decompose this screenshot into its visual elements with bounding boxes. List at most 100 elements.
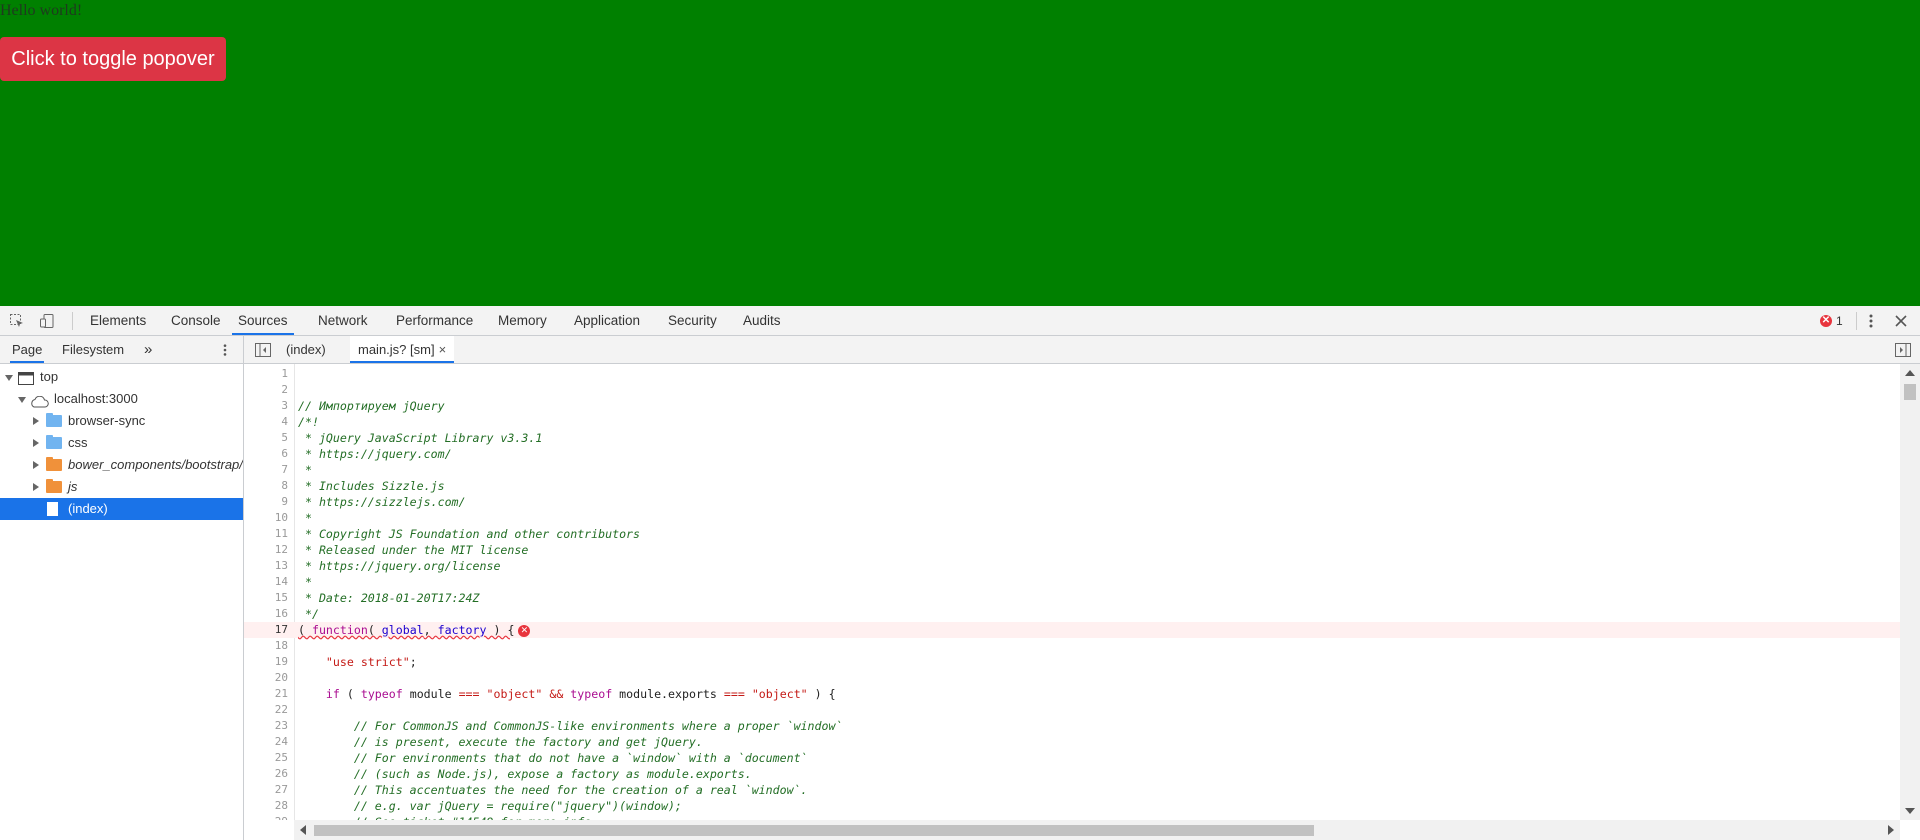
- line-number[interactable]: 5: [244, 430, 288, 446]
- tab-console[interactable]: Console: [165, 306, 227, 335]
- line-number[interactable]: 14: [244, 574, 288, 590]
- code-line[interactable]: 23 // For CommonJS and CommonJS-like env…: [244, 718, 1900, 734]
- line-number[interactable]: 11: [244, 526, 288, 542]
- code-line[interactable]: 11 * Copyright JS Foundation and other c…: [244, 526, 1900, 542]
- code-line[interactable]: 25 // For environments that do not have …: [244, 750, 1900, 766]
- line-number[interactable]: 2: [244, 382, 288, 398]
- tab-application[interactable]: Application: [568, 306, 646, 335]
- code-line[interactable]: 1: [244, 366, 1900, 382]
- tree-item-bower-components[interactable]: bower_components/bootstrap/: [0, 454, 243, 476]
- tab-audits[interactable]: Audits: [737, 306, 787, 335]
- line-number[interactable]: 28: [244, 798, 288, 814]
- line-number[interactable]: 8: [244, 478, 288, 494]
- line-number[interactable]: 26: [244, 766, 288, 782]
- code-line[interactable]: 7 *: [244, 462, 1900, 478]
- scroll-right-arrow-icon[interactable]: [1888, 825, 1894, 835]
- code-editor[interactable]: 1 2 3// Импортируем jQuery 4/*! 5 * jQuery J…: [244, 364, 1900, 820]
- line-number[interactable]: 24: [244, 734, 288, 750]
- code-line[interactable]: 21 if ( typeof module === "object" && ty…: [244, 686, 1900, 702]
- toggle-popover-button[interactable]: Click to toggle popover: [0, 37, 226, 81]
- line-number[interactable]: 15: [244, 590, 288, 606]
- tree-item-browser-sync[interactable]: browser-sync: [0, 410, 243, 432]
- collapse-caret-icon[interactable]: [33, 461, 39, 469]
- code-line[interactable]: 10 *: [244, 510, 1900, 526]
- tree-item-localhost[interactable]: localhost:3000: [0, 388, 243, 410]
- line-number[interactable]: 21: [244, 686, 288, 702]
- tab-elements[interactable]: Elements: [84, 306, 152, 335]
- line-number[interactable]: 22: [244, 702, 288, 718]
- line-number[interactable]: 4: [244, 414, 288, 430]
- line-number[interactable]: 20: [244, 670, 288, 686]
- line-number[interactable]: 16: [244, 606, 288, 622]
- line-number[interactable]: 9: [244, 494, 288, 510]
- toggle-navigator-icon[interactable]: [254, 341, 272, 359]
- line-number[interactable]: 1: [244, 366, 288, 382]
- code-line[interactable]: 4 /*!: [244, 414, 1900, 430]
- line-number[interactable]: 17: [244, 622, 288, 638]
- tree-item-js[interactable]: js: [0, 476, 243, 498]
- code-line[interactable]: 28 // e.g. var jQuery = require("jquery"…: [244, 798, 1900, 814]
- code-line[interactable]: 14 *: [244, 574, 1900, 590]
- scroll-up-arrow-icon[interactable]: [1905, 370, 1915, 376]
- code-line[interactable]: 20: [244, 670, 1900, 686]
- tab-memory[interactable]: Memory: [492, 306, 553, 335]
- line-number[interactable]: 19: [244, 654, 288, 670]
- line-number[interactable]: 10: [244, 510, 288, 526]
- tree-item-css[interactable]: css: [0, 432, 243, 454]
- scroll-down-arrow-icon[interactable]: [1905, 808, 1915, 814]
- line-number[interactable]: 7: [244, 462, 288, 478]
- more-vertical-icon[interactable]: [216, 341, 234, 359]
- code-line[interactable]: 12 * Released under the MIT license: [244, 542, 1900, 558]
- line-number[interactable]: 12: [244, 542, 288, 558]
- collapse-caret-icon[interactable]: [33, 417, 39, 425]
- code-line[interactable]: 18: [244, 638, 1900, 654]
- code-line[interactable]: 19 "use strict";: [244, 654, 1900, 670]
- tab-page[interactable]: Page: [10, 336, 45, 363]
- tab-filesystem[interactable]: Filesystem: [60, 336, 126, 363]
- code-line[interactable]: 9 * https://sizzlejs.com/: [244, 494, 1900, 510]
- toggle-debugger-icon[interactable]: [1894, 341, 1912, 359]
- collapse-caret-icon[interactable]: [33, 483, 39, 491]
- more-tabs-chevron-icon[interactable]: »: [142, 336, 154, 363]
- line-number[interactable]: 29: [244, 814, 288, 820]
- line-number[interactable]: 13: [244, 558, 288, 574]
- scroll-left-arrow-icon[interactable]: [300, 825, 306, 835]
- error-counter[interactable]: ✕ 1: [1820, 314, 1843, 328]
- scrollbar-thumb[interactable]: [1904, 384, 1916, 400]
- device-toolbar-icon[interactable]: [38, 312, 56, 330]
- inspect-element-icon[interactable]: [8, 312, 26, 330]
- more-vertical-icon[interactable]: [1862, 312, 1880, 330]
- code-line[interactable]: 24 // is present, execute the factory an…: [244, 734, 1900, 750]
- code-line[interactable]: 22: [244, 702, 1900, 718]
- tab-security[interactable]: Security: [662, 306, 723, 335]
- line-number[interactable]: 6: [244, 446, 288, 462]
- code-line[interactable]: 13 * https://jquery.org/license: [244, 558, 1900, 574]
- tab-network[interactable]: Network: [312, 306, 374, 335]
- code-line[interactable]: 3 // Импортируем jQuery: [244, 398, 1900, 414]
- code-line[interactable]: 27 // This accentuates the need for the …: [244, 782, 1900, 798]
- tab-performance[interactable]: Performance: [390, 306, 479, 335]
- scrollbar-thumb[interactable]: [314, 825, 1314, 836]
- close-tab-icon[interactable]: ×: [439, 342, 447, 357]
- expand-caret-icon[interactable]: [18, 397, 26, 403]
- close-icon[interactable]: [1892, 312, 1910, 330]
- code-line[interactable]: 16 */: [244, 606, 1900, 622]
- line-number[interactable]: 3: [244, 398, 288, 414]
- line-number[interactable]: 25: [244, 750, 288, 766]
- line-number[interactable]: 23: [244, 718, 288, 734]
- code-line[interactable]: 5 * jQuery JavaScript Library v3.3.1: [244, 430, 1900, 446]
- line-number[interactable]: 27: [244, 782, 288, 798]
- code-line[interactable]: 26 // (such as Node.js), expose a factor…: [244, 766, 1900, 782]
- code-line[interactable]: 6 * https://jquery.com/: [244, 446, 1900, 462]
- code-line[interactable]: 8 * Includes Sizzle.js: [244, 478, 1900, 494]
- editor-tab-index[interactable]: (index): [278, 336, 334, 363]
- code-line[interactable]: 2: [244, 382, 1900, 398]
- expand-caret-icon[interactable]: [5, 375, 13, 381]
- collapse-caret-icon[interactable]: [33, 439, 39, 447]
- error-icon[interactable]: ✕: [518, 624, 531, 637]
- code-line[interactable]: 17 ( function( global, factory ) {✕: [244, 622, 1900, 638]
- vertical-scrollbar[interactable]: [1900, 364, 1920, 820]
- tree-item-index[interactable]: (index): [0, 498, 243, 520]
- horizontal-scrollbar[interactable]: [294, 820, 1900, 840]
- code-line[interactable]: 15 * Date: 2018-01-20T17:24Z: [244, 590, 1900, 606]
